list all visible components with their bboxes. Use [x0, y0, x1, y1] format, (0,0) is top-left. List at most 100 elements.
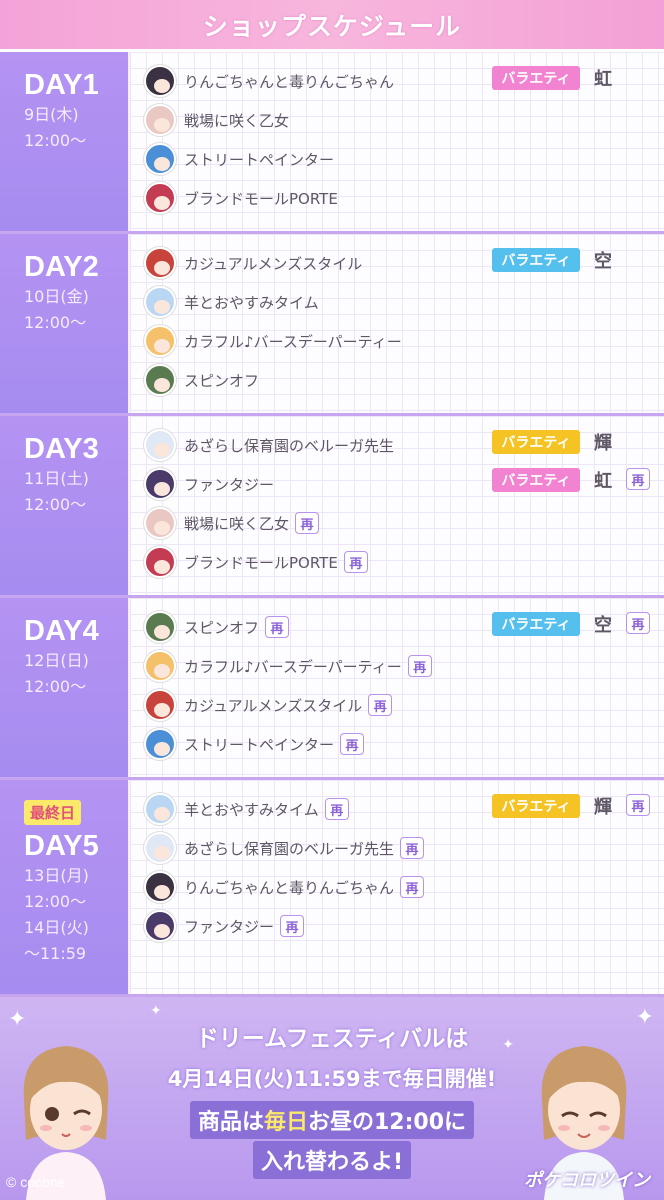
rerun-badge: 再	[626, 612, 650, 634]
character-avatar-icon	[144, 286, 176, 318]
footer-notice-highlight: 毎日	[263, 1110, 308, 1135]
shop-item[interactable]: カラフル♪バースデーパーティー	[144, 324, 402, 358]
day-label: DAY4	[24, 615, 99, 647]
shop-item-name: ファンタジー	[184, 917, 275, 936]
footer-notice-line: 商品は毎日お昼の12:00に	[189, 1101, 475, 1139]
character-avatar-icon	[144, 546, 176, 578]
rerun-badge: 再	[295, 512, 320, 534]
variety-kind: 空	[594, 615, 612, 636]
shop-item-name: カジュアルメンズスタイル	[184, 696, 363, 715]
footer-headline: ドリームフェスティバルは	[195, 1026, 469, 1052]
shop-item-name: りんごちゃんと毒りんごちゃん	[184, 72, 395, 91]
character-avatar-icon	[144, 429, 176, 461]
rerun-badge: 再	[626, 468, 650, 490]
character-avatar-icon	[144, 507, 176, 539]
day-date: 13日(月)	[24, 866, 89, 885]
day-date: 9日(木)	[24, 105, 79, 124]
day-header: DAY3 11日(土) 12:00〜	[0, 416, 128, 595]
footer-notice-part: お昼の12:00に	[308, 1110, 467, 1135]
variety-tag: バラエティ	[492, 468, 580, 492]
shop-item[interactable]: ストリートペインター	[144, 142, 334, 176]
shop-item-name: ブランドモールPORTE	[184, 189, 338, 208]
day-label: DAY3	[24, 433, 99, 465]
rerun-badge: 再	[407, 655, 432, 677]
shop-item-name: ファンタジー	[184, 475, 275, 494]
day-header: DAY1 9日(木) 12:00〜	[0, 52, 128, 231]
footer-notice-line: 入れ替わるよ!	[252, 1141, 412, 1179]
character-avatar-icon	[144, 182, 176, 214]
day-date: 11日(土)	[24, 469, 89, 488]
shop-item-name: 戦場に咲く乙女	[184, 514, 290, 533]
shop-item[interactable]: ブランドモールPORTE 再	[144, 545, 368, 579]
shop-item-name: 戦場に咲く乙女	[184, 111, 290, 130]
sparkle-icon: ✦	[635, 1005, 654, 1030]
character-avatar-icon	[144, 871, 176, 903]
sparkle-icon: ✦	[8, 1007, 27, 1032]
shop-item[interactable]: 羊とおやすみタイム再	[144, 792, 349, 826]
day-items: カジュアルメンズスタイル 羊とおやすみタイムカラフル♪バースデーパーティースピンオ…	[130, 234, 664, 413]
day-items: あざらし保育園のベルーガ先生 ファンタジー 戦場に咲く乙女再ブランドモールPORTE…	[130, 416, 664, 595]
rerun-badge: 再	[343, 551, 368, 573]
shop-item[interactable]: りんごちゃんと毒りんごちゃん再	[144, 870, 425, 904]
copyright-text: © cocone	[6, 1174, 66, 1190]
character-avatar-icon	[144, 728, 176, 760]
shop-item[interactable]: ストリートペインター再	[144, 727, 365, 761]
character-avatar-icon	[144, 247, 176, 279]
shop-item[interactable]: スピンオフ再	[144, 610, 290, 644]
shop-item-name: 羊とおやすみタイム	[184, 800, 319, 819]
shop-item[interactable]: スピンオフ	[144, 363, 259, 397]
day-block: DAY4 12日(日) 12:00〜 スピンオフ再カラフル♪バースデーパーティー再カジ…	[0, 598, 664, 780]
shop-item-name: スピンオフ	[184, 618, 260, 637]
footer-banner: ✦ ✦ ✦ ✦ ドリームフェスティバルは 4月14日(火)11:59まで毎日開催…	[0, 997, 664, 1200]
variety-tag: バラエティ	[492, 794, 580, 818]
shop-item[interactable]: カジュアルメンズスタイル再	[144, 688, 393, 722]
sparkle-icon: ✦	[150, 1003, 162, 1019]
shop-item[interactable]: ファンタジー	[144, 467, 274, 501]
shop-item-name: りんごちゃんと毒りんごちゃん	[184, 878, 395, 897]
day-date: 12:00〜	[24, 313, 87, 332]
shop-item-name: ストリートペインター	[184, 150, 335, 169]
shop-item[interactable]: あざらし保育園のベルーガ先生再	[144, 831, 425, 865]
variety-kind: 虹	[594, 69, 612, 90]
shop-item[interactable]: ファンタジー再	[144, 909, 305, 943]
shop-item-name: あざらし保育園のベルーガ先生	[184, 436, 395, 455]
shop-item[interactable]: カジュアルメンズスタイル	[144, 246, 362, 280]
character-avatar-icon	[144, 325, 176, 357]
shop-item[interactable]: りんごちゃんと毒りんごちゃん	[144, 64, 394, 98]
day-date: 12:00〜	[24, 131, 87, 150]
character-avatar-icon	[144, 364, 176, 396]
day-items: 羊とおやすみタイム再あざらし保育園のベルーガ先生再りんごちゃんと毒りんごちゃん再…	[130, 780, 664, 994]
shop-item[interactable]: あざらし保育園のベルーガ先生	[144, 428, 394, 462]
day-header: 最終日 DAY5 13日(月) 12:00〜 14日(火) 〜11:59	[0, 780, 128, 994]
shop-item-name: ストリートペインター	[184, 735, 335, 754]
shop-item[interactable]: 戦場に咲く乙女再	[144, 506, 320, 540]
day-date: 12:00〜	[24, 495, 87, 514]
character-avatar-icon	[144, 689, 176, 721]
rerun-badge: 再	[400, 837, 425, 859]
day-date: 12:00〜	[24, 677, 87, 696]
day-items: スピンオフ再カラフル♪バースデーパーティー再カジュアルメンズスタイル再ストリート…	[130, 598, 664, 777]
character-avatar-icon	[144, 793, 176, 825]
character-avatar-icon	[144, 910, 176, 942]
rerun-badge: 再	[400, 876, 425, 898]
day-date: 〜11:59	[24, 944, 87, 963]
shop-item[interactable]: 羊とおやすみタイム	[144, 285, 319, 319]
variety-tag: バラエティ	[492, 430, 580, 454]
shop-item-name: カラフル♪バースデーパーティー	[184, 332, 402, 351]
character-avatar-icon	[144, 611, 176, 643]
final-day-badge: 最終日	[24, 800, 82, 825]
footer-period: 4月14日(火)11:59まで毎日開催!	[167, 1067, 497, 1091]
rerun-badge: 再	[280, 915, 305, 937]
variety-tag: バラエティ	[492, 612, 580, 636]
character-avatar-icon	[144, 143, 176, 175]
day-label: DAY1	[24, 69, 99, 101]
day-label: DAY5	[24, 830, 99, 862]
shop-item[interactable]: 戦場に咲く乙女	[144, 103, 289, 137]
shop-item[interactable]: カラフル♪バースデーパーティー再	[144, 649, 432, 683]
shop-item[interactable]: ブランドモールPORTE	[144, 181, 338, 215]
day-block: 最終日 DAY5 13日(月) 12:00〜 14日(火) 〜11:59 羊とおやすみタイム…	[0, 780, 664, 997]
day-header: DAY4 12日(日) 12:00〜	[0, 598, 128, 777]
character-avatar-icon	[144, 468, 176, 500]
app-logo: ポケコロツイン	[524, 1170, 650, 1191]
shop-item-name: あざらし保育園のベルーガ先生	[184, 839, 395, 858]
